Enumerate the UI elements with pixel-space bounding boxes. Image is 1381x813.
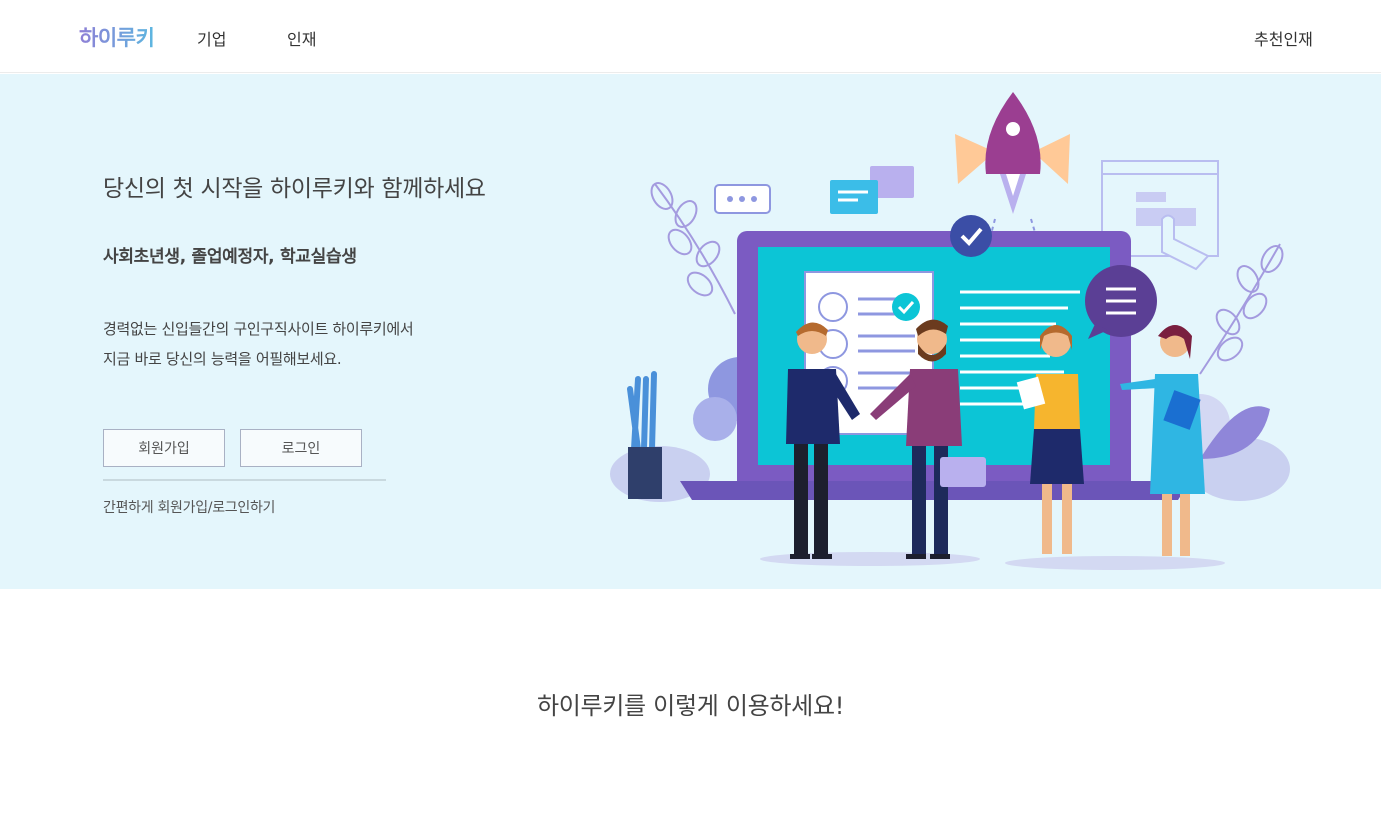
- hero-subheadline: 사회초년생, 졸업예정자, 학교실습생: [103, 247, 357, 267]
- top-navigation: 하이루키 기업 인재 추천인재: [0, 0, 1381, 73]
- section-title: 하이루키를 이렇게 이용하세요!: [536, 692, 845, 720]
- signup-button[interactable]: 회원가입: [103, 429, 225, 467]
- nav-link-recommended-talent[interactable]: 추천인재: [1254, 26, 1313, 50]
- divider: [103, 479, 386, 481]
- nav-link-company[interactable]: 기업: [197, 26, 226, 50]
- person-woman-blue: [1120, 325, 1205, 556]
- hero-headline: 당신의 첫 시작을 하이루키와 함께하세요: [103, 176, 486, 202]
- login-button[interactable]: 로그인: [240, 429, 362, 467]
- easy-signup-login-link[interactable]: 간편하게 회원가입/로그인하기: [103, 497, 275, 517]
- nav-link-talent[interactable]: 인재: [287, 26, 316, 50]
- leaf-branch-right: [1199, 243, 1284, 375]
- hero-description-line-2: 지금 바로 당신의 능력을 어필해보세요.: [103, 350, 342, 368]
- potted-plant: [627, 371, 662, 499]
- hero-section: 당신의 첫 시작을 하이루키와 함께하세요 사회초년생, 졸업예정자, 학교실습…: [0, 74, 1381, 589]
- hero-illustration: [610, 92, 1290, 570]
- site-logo[interactable]: 하이루키: [79, 22, 155, 52]
- hero-description-line-1: 경력없는 신입들간의 구인구직사이트 하이루키에서: [103, 320, 414, 338]
- chat-bubbles: [714, 166, 914, 214]
- speech-bubble: [1085, 265, 1157, 339]
